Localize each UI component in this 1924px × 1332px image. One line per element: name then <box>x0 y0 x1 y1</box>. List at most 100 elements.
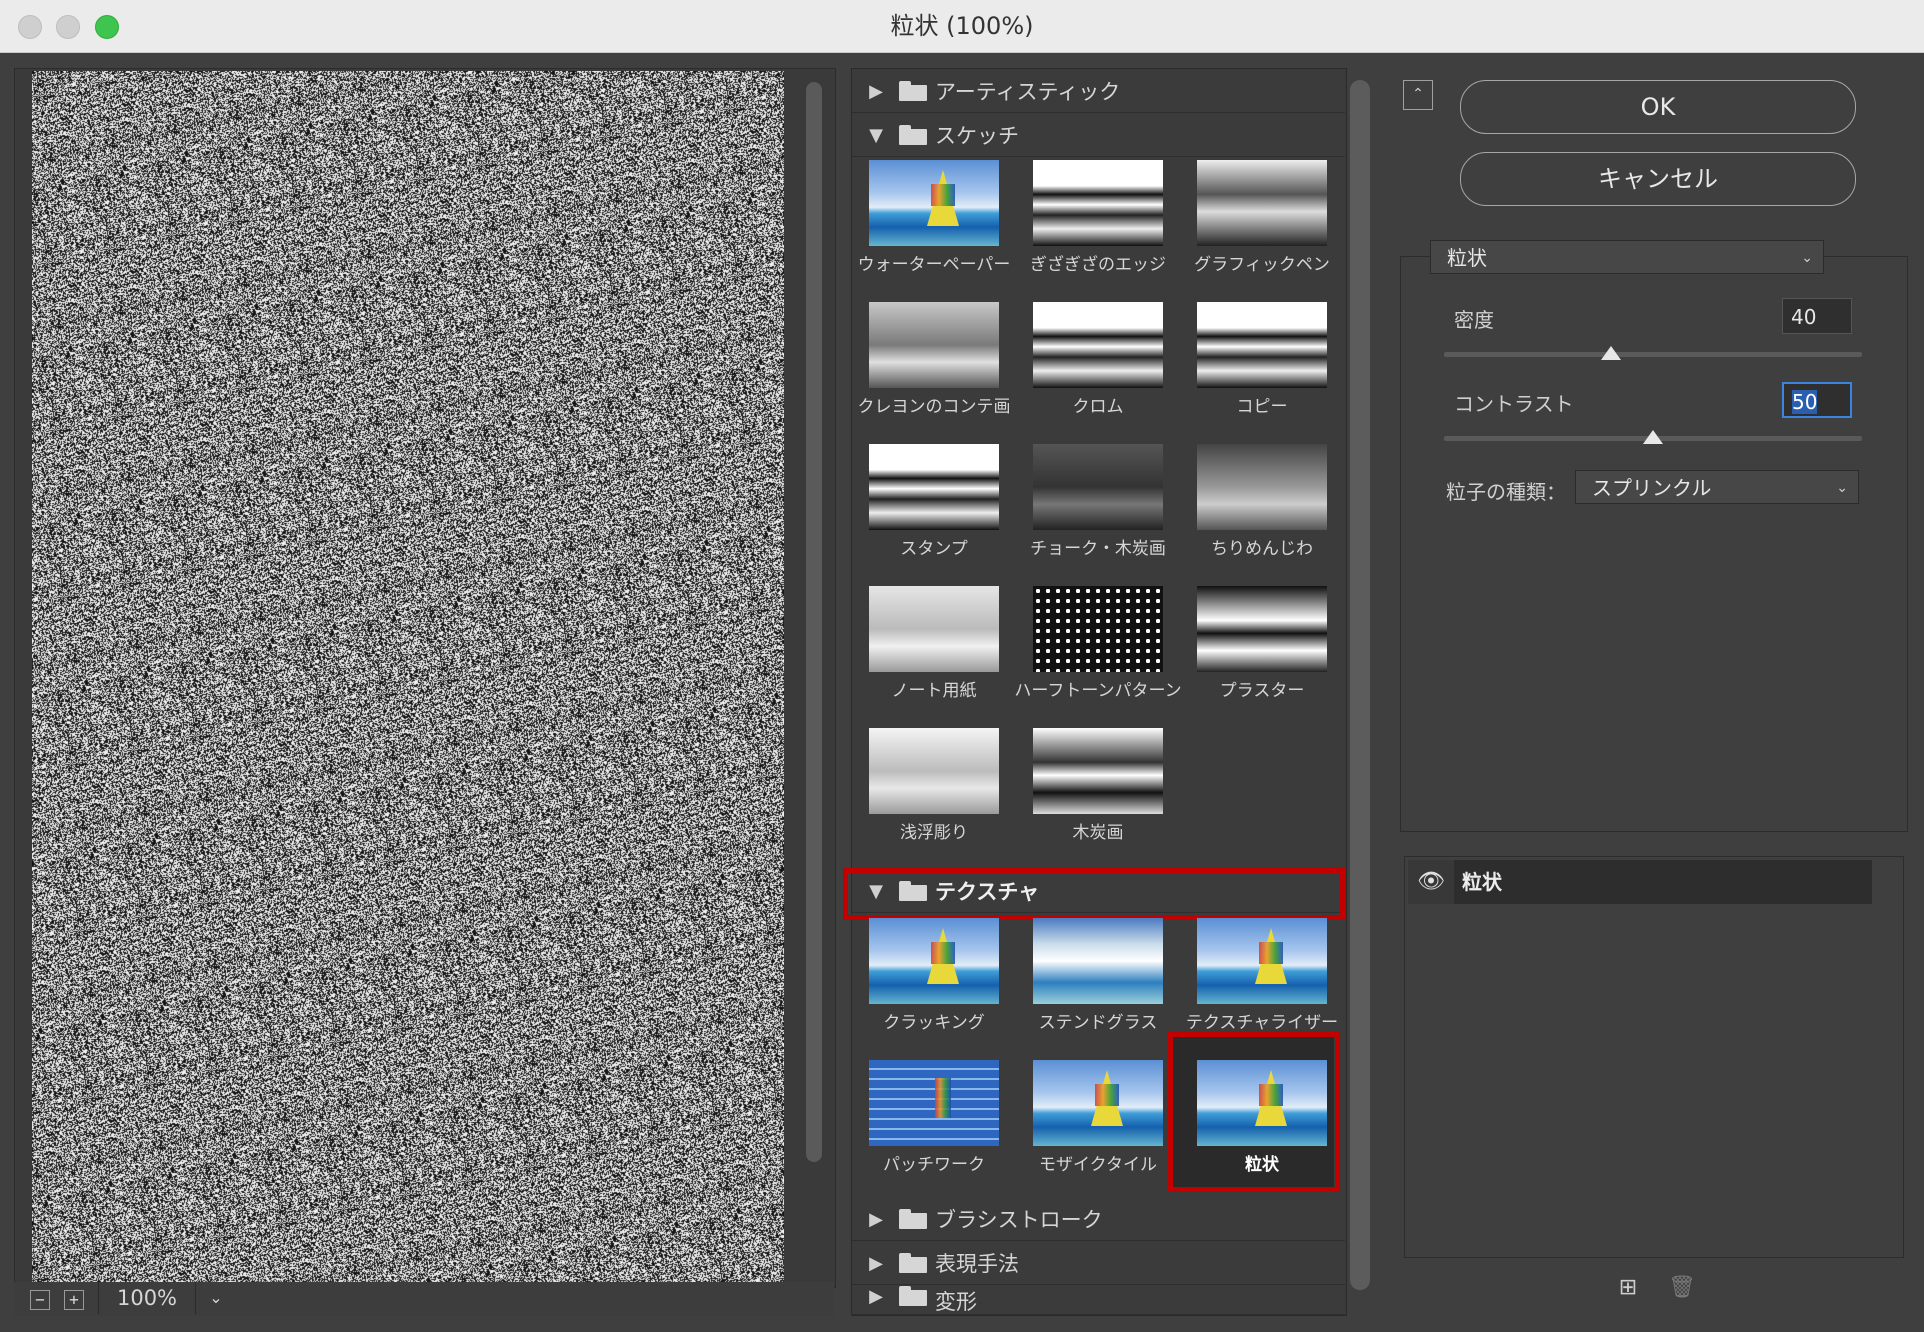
filter-thumb-plaster[interactable]: プラスター <box>1180 586 1344 728</box>
collapsed-triangle-icon: ▶ <box>869 1208 883 1230</box>
sail-stripes-icon <box>931 942 955 964</box>
grain-type-label: 粒子の種類： <box>1446 480 1566 504</box>
new-effect-layer-plus-icon[interactable]: ⊞ <box>1616 1276 1640 1300</box>
filter-label: ウォーターペーパー <box>857 255 1011 275</box>
filter-label: スタンプ <box>900 539 968 559</box>
thumbnail-image <box>1197 160 1327 246</box>
window-title: 粒状 (100%) <box>890 12 1034 40</box>
filter-thumb-charcoal[interactable]: 木炭画 <box>1016 728 1180 870</box>
filter-thumb-chalk-charcoal[interactable]: チョーク・木炭画 <box>1016 444 1180 586</box>
filter-thumb-patchwork[interactable]: パッチワーク <box>852 1060 1016 1202</box>
filter-label: モザイクタイル <box>1039 1155 1157 1175</box>
filter-label: 木炭画 <box>1072 823 1124 843</box>
zoom-in-button[interactable]: + <box>64 1290 84 1310</box>
collapsed-triangle-icon: ▶ <box>869 80 883 102</box>
collapsed-triangle-icon: ▶ <box>869 1286 883 1307</box>
filter-label: クラッキング <box>883 1013 985 1033</box>
sail-stripes-icon <box>935 1078 951 1118</box>
grain-type-select[interactable]: スプリンクル ⌄ <box>1575 470 1859 504</box>
chevron-down-icon: ⌄ <box>1836 480 1848 496</box>
thumbnail-image <box>1197 586 1327 672</box>
contrast-input[interactable]: 50 <box>1782 382 1852 418</box>
filter-select-value: 粒状 <box>1447 246 1487 270</box>
filter-thumb-stamp[interactable]: スタンプ <box>852 444 1016 586</box>
thumbnail-image <box>869 1060 999 1146</box>
category-brush-strokes[interactable]: ▶ ブラシストローク <box>851 1198 1345 1241</box>
filter-thumb-bas-relief[interactable]: 浅浮彫り <box>852 728 1016 870</box>
ok-button[interactable]: OK <box>1460 80 1856 134</box>
gallery-scrollbar[interactable] <box>1350 80 1370 1290</box>
filter-label: パッチワーク <box>883 1155 985 1175</box>
delete-effect-layer-trash-icon[interactable]: 🗑 <box>1668 1276 1696 1300</box>
filter-thumb-conte-crayon[interactable]: クレヨンのコンテ画 <box>852 302 1016 444</box>
folder-icon <box>899 1286 927 1306</box>
filter-thumb-craquelure[interactable]: クラッキング <box>852 918 1016 1060</box>
category-label: スケッチ <box>935 124 1019 148</box>
filter-label: ちりめんじわ <box>1211 539 1313 559</box>
thumbnail-image <box>1033 918 1163 1004</box>
thumbnail-image <box>1033 302 1163 388</box>
thumbnail-image <box>1197 302 1327 388</box>
contrast-slider-handle[interactable] <box>1643 430 1663 444</box>
filter-thumb-watercolor-paper[interactable]: ウォーターペーパー <box>852 160 1016 302</box>
expanded-triangle-icon: ▼ <box>869 124 883 146</box>
sail-stripes-icon <box>1259 942 1283 964</box>
filter-label: 浅浮彫り <box>900 823 968 843</box>
eye-icon[interactable]: 👁 <box>1408 860 1454 904</box>
filter-label: プラスター <box>1219 681 1305 701</box>
thumbnail-image <box>869 728 999 814</box>
category-sketch[interactable]: ▼ スケッチ <box>851 114 1345 157</box>
collapsed-triangle-icon: ▶ <box>869 1252 883 1274</box>
filter-select[interactable]: 粒状 ⌄ <box>1430 240 1824 274</box>
thumbnail-image <box>1197 918 1327 1004</box>
contrast-value: 50 <box>1792 390 1818 414</box>
density-slider[interactable] <box>1444 352 1862 357</box>
thumbnail-image <box>869 160 999 246</box>
filter-settings-panel <box>1400 256 1908 832</box>
filter-thumb-torn-edges[interactable]: ぎざぎざのエッジ <box>1016 160 1180 302</box>
filter-thumb-mosaic-tiles[interactable]: モザイクタイル <box>1016 1060 1180 1202</box>
category-label: 変形 <box>935 1290 977 1314</box>
selected-filter-highlight <box>1168 1032 1340 1192</box>
thumbnail-image <box>869 302 999 388</box>
zoom-level[interactable]: 100% <box>98 1282 196 1314</box>
filter-label: クロム <box>1072 397 1124 417</box>
folder-icon <box>899 81 927 101</box>
category-label: 表現手法 <box>935 1252 1019 1276</box>
category-label: ブラシストローク <box>935 1208 1103 1232</box>
density-slider-handle[interactable] <box>1601 346 1622 360</box>
category-distort[interactable]: ▶ 変形 <box>851 1286 1345 1315</box>
sail-stripes-icon <box>931 184 955 206</box>
thumbnail-image <box>1033 1060 1163 1146</box>
category-artistic[interactable]: ▶ アーティスティック <box>851 70 1345 113</box>
filter-thumb-graphic-pen[interactable]: グラフィックペン <box>1180 160 1344 302</box>
filter-thumb-stained-glass[interactable]: ステンドグラス <box>1016 918 1180 1060</box>
filter-thumb-halftone-pattern[interactable]: ハーフトーンパターン <box>1014 586 1182 728</box>
preview-image[interactable] <box>32 71 784 1283</box>
thumbnail-image <box>869 586 999 672</box>
thumbnail-image <box>1033 728 1163 814</box>
density-input[interactable]: 40 <box>1782 298 1852 334</box>
filter-label: コピー <box>1236 397 1288 417</box>
thumbnail-image <box>1197 444 1327 530</box>
cancel-button[interactable]: キャンセル <box>1460 152 1856 206</box>
filter-thumb-chrome[interactable]: クロム <box>1016 302 1180 444</box>
filter-thumb-photocopy[interactable]: コピー <box>1180 302 1344 444</box>
filter-label: ぎざぎざのエッジ <box>1030 255 1166 275</box>
zoom-out-button[interactable]: − <box>30 1290 50 1310</box>
collapse-gallery-chevron-up-icon[interactable]: ⌃ <box>1403 80 1433 110</box>
contrast-label: コントラスト <box>1454 392 1574 416</box>
filter-thumb-reticulation[interactable]: ちりめんじわ <box>1180 444 1344 586</box>
effect-layers-panel <box>1404 856 1904 1258</box>
filter-thumb-note-paper[interactable]: ノート用紙 <box>852 586 1016 728</box>
density-label: 密度 <box>1454 308 1494 332</box>
grain-type-value: スプリンクル <box>1592 476 1712 500</box>
preview-scrollbar[interactable] <box>806 82 822 1162</box>
zoom-dropdown-chevron-icon[interactable]: ⌄ <box>196 1282 236 1314</box>
effect-layer-name: 粒状 <box>1462 870 1502 894</box>
thumbnail-image <box>1033 444 1163 530</box>
filter-label: ステンドグラス <box>1038 1013 1158 1033</box>
category-stylize[interactable]: ▶ 表現手法 <box>851 1242 1345 1285</box>
texture-category-highlight <box>843 868 1345 920</box>
filter-label: グラフィックペン <box>1194 255 1330 275</box>
